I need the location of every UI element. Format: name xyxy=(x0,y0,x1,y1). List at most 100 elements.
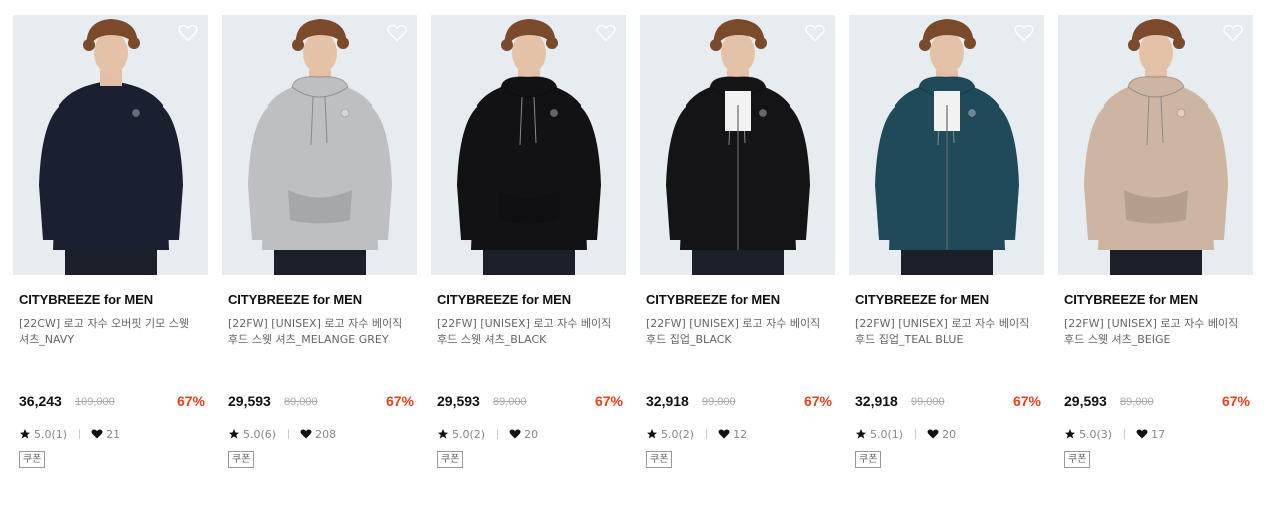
price-row: 32,918 99,000 67% xyxy=(855,393,1041,411)
review-meta: 5.0(2) 20 xyxy=(437,427,538,441)
divider xyxy=(79,429,81,439)
product-name[interactable]: [22FW] [UNISEX] 로고 자수 베이직후드 집업_BLACK xyxy=(646,316,836,348)
product-card[interactable]: CITYBREEZE for MEN [22CW] 로고 자수 오버핏 기모 스웻… xyxy=(13,15,208,475)
product-name[interactable]: [22FW] [UNISEX] 로고 자수 베이직후드 스웻 셔츠_MELANG… xyxy=(228,316,418,348)
product-card[interactable]: CITYBREEZE for MEN [22FW] [UNISEX] 로고 자수 … xyxy=(1058,15,1253,475)
original-price: 89,000 xyxy=(493,396,527,408)
rating-text: 5.0(1) xyxy=(870,427,904,441)
review-meta: 5.0(6) 208 xyxy=(228,427,336,441)
star-icon xyxy=(646,428,658,440)
product-name-line: 후드 스웻 셔츠_BEIGE xyxy=(1064,333,1171,346)
sale-price: 29,593 xyxy=(228,393,271,409)
discount-rate: 67% xyxy=(1221,393,1250,409)
discount-rate: 67% xyxy=(385,393,414,409)
coupon-badge: 쿠폰 xyxy=(855,451,882,468)
like-count: 12 xyxy=(733,427,748,441)
original-price: 99,000 xyxy=(702,396,736,408)
review-meta: 5.0(1) 20 xyxy=(855,427,956,441)
heart-filled-icon xyxy=(509,428,521,440)
heart-filled-icon xyxy=(1136,428,1148,440)
heart-filled-icon xyxy=(718,428,730,440)
sale-price: 32,918 xyxy=(855,393,898,409)
coupon-badge: 쿠폰 xyxy=(19,451,46,468)
coupon-badge: 쿠폰 xyxy=(437,451,464,468)
product-image[interactable] xyxy=(13,15,208,275)
price-row: 29,593 89,000 67% xyxy=(1064,393,1250,411)
product-image[interactable] xyxy=(431,15,626,275)
product-card[interactable]: CITYBREEZE for MEN [22FW] [UNISEX] 로고 자수 … xyxy=(222,15,417,475)
rating-text: 5.0(2) xyxy=(452,427,486,441)
product-name-line: [22FW] [UNISEX] 로고 자수 베이직 xyxy=(646,317,821,330)
sale-price: 32,918 xyxy=(646,393,689,409)
product-grid: CITYBREEZE for MEN [22CW] 로고 자수 오버핏 기모 스웻… xyxy=(0,0,1273,507)
like-count: 20 xyxy=(942,427,957,441)
product-name-line: 후드 집업_TEAL BLUE xyxy=(855,333,964,346)
model-photo xyxy=(1058,15,1253,275)
brand-name[interactable]: CITYBREEZE for MEN xyxy=(228,292,362,307)
like-count: 21 xyxy=(106,427,121,441)
sale-price: 36,243 xyxy=(19,393,62,409)
product-name[interactable]: [22FW] [UNISEX] 로고 자수 베이직후드 집업_TEAL BLUE xyxy=(855,316,1045,348)
price-row: 32,918 99,000 67% xyxy=(646,393,832,411)
product-image[interactable] xyxy=(849,15,1044,275)
star-icon xyxy=(19,428,31,440)
divider xyxy=(1124,429,1126,439)
brand-name[interactable]: CITYBREEZE for MEN xyxy=(855,292,989,307)
product-name-line: [22FW] [UNISEX] 로고 자수 베이직 xyxy=(228,317,403,330)
product-name[interactable]: [22FW] [UNISEX] 로고 자수 베이직 후드 스웻 셔츠_BLACK xyxy=(437,316,627,348)
product-name-line: 후드 스웻 셔츠_MELANGE GREY xyxy=(228,333,389,346)
product-name-line: 후드 집업_BLACK xyxy=(646,333,732,346)
product-image[interactable] xyxy=(222,15,417,275)
divider xyxy=(706,429,708,439)
product-image[interactable] xyxy=(640,15,835,275)
like-count: 20 xyxy=(524,427,539,441)
original-price: 89,000 xyxy=(284,396,318,408)
model-photo xyxy=(13,15,208,275)
brand-name[interactable]: CITYBREEZE for MEN xyxy=(646,292,780,307)
discount-rate: 67% xyxy=(1012,393,1041,409)
rating-text: 5.0(1) xyxy=(34,427,68,441)
discount-rate: 67% xyxy=(176,393,205,409)
model-photo xyxy=(431,15,626,275)
wishlist-heart-icon[interactable] xyxy=(178,24,198,42)
price-row: 29,593 89,000 67% xyxy=(228,393,414,411)
divider xyxy=(288,429,290,439)
product-name-line: [22CW] 로고 자수 오버핏 기모 스웻 xyxy=(19,317,189,330)
review-meta: 5.0(2) 12 xyxy=(646,427,747,441)
product-name-line: [22FW] [UNISEX] 로고 자수 베이직 xyxy=(855,317,1030,330)
wishlist-heart-icon[interactable] xyxy=(1014,24,1034,42)
coupon-badge: 쿠폰 xyxy=(646,451,673,468)
rating-text: 5.0(2) xyxy=(661,427,695,441)
brand-name[interactable]: CITYBREEZE for MEN xyxy=(1064,292,1198,307)
wishlist-heart-icon[interactable] xyxy=(1223,24,1243,42)
original-price: 109,000 xyxy=(75,396,115,408)
product-image[interactable] xyxy=(1058,15,1253,275)
coupon-badge: 쿠폰 xyxy=(228,451,255,468)
like-count: 17 xyxy=(1151,427,1166,441)
sale-price: 29,593 xyxy=(437,393,480,409)
product-name-line: [22FW] [UNISEX] 로고 자수 베이직 xyxy=(1064,317,1239,330)
product-card[interactable]: CITYBREEZE for MEN [22FW] [UNISEX] 로고 자수 … xyxy=(431,15,626,475)
original-price: 99,000 xyxy=(911,396,945,408)
heart-filled-icon xyxy=(91,428,103,440)
like-count: 208 xyxy=(315,427,337,441)
wishlist-heart-icon[interactable] xyxy=(596,24,616,42)
wishlist-heart-icon[interactable] xyxy=(805,24,825,42)
wishlist-heart-icon[interactable] xyxy=(387,24,407,42)
product-name-line: 셔츠_NAVY xyxy=(19,333,75,346)
product-card[interactable]: CITYBREEZE for MEN [22FW] [UNISEX] 로고 자수 … xyxy=(849,15,1044,475)
brand-name[interactable]: CITYBREEZE for MEN xyxy=(437,292,571,307)
rating-text: 5.0(6) xyxy=(243,427,277,441)
review-meta: 5.0(1) 21 xyxy=(19,427,120,441)
brand-name[interactable]: CITYBREEZE for MEN xyxy=(19,292,153,307)
discount-rate: 67% xyxy=(803,393,832,409)
divider xyxy=(915,429,917,439)
heart-filled-icon xyxy=(927,428,939,440)
product-name[interactable]: [22FW] [UNISEX] 로고 자수 베이직후드 스웻 셔츠_BEIGE xyxy=(1064,316,1254,348)
price-row: 29,593 89,000 67% xyxy=(437,393,623,411)
product-card[interactable]: CITYBREEZE for MEN [22FW] [UNISEX] 로고 자수 … xyxy=(640,15,835,475)
product-name-line: [22FW] [UNISEX] 로고 자수 베이직 xyxy=(437,317,612,330)
model-photo xyxy=(849,15,1044,275)
product-name[interactable]: [22CW] 로고 자수 오버핏 기모 스웻셔츠_NAVY xyxy=(19,316,209,348)
star-icon xyxy=(855,428,867,440)
